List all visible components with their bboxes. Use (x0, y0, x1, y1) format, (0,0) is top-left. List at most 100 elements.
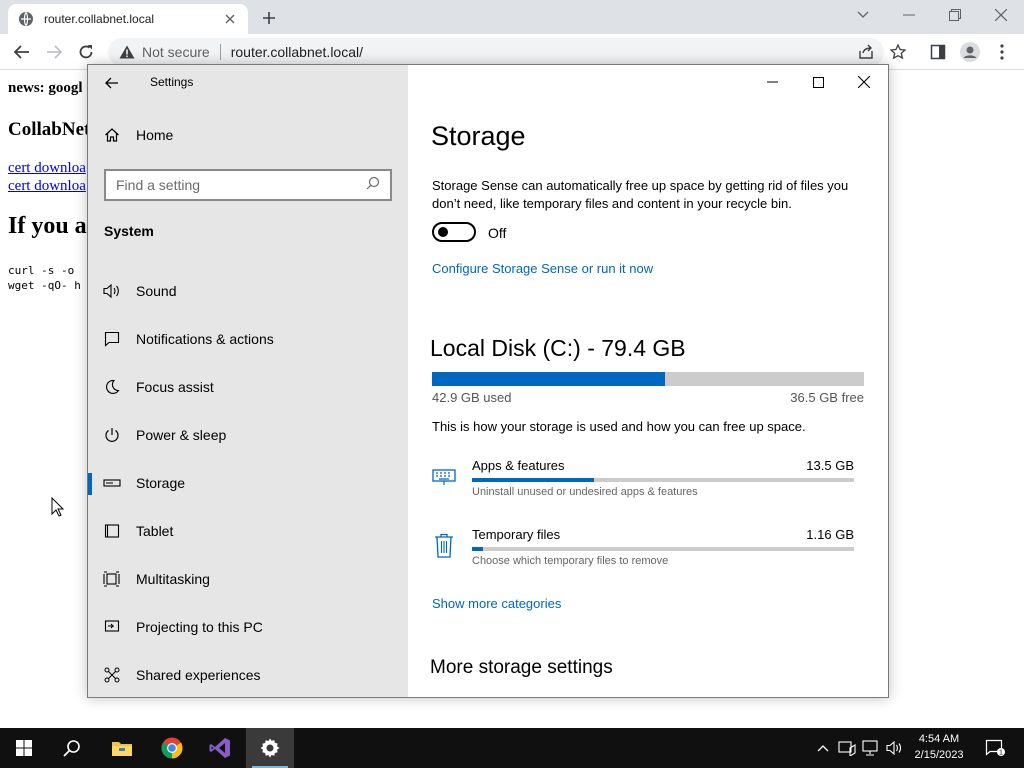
storage-explanation: This is how your storage is used and how… (432, 419, 806, 434)
network-icon[interactable] (860, 728, 882, 768)
bookmark-star-icon[interactable] (886, 40, 910, 64)
configure-storage-sense-link[interactable]: Configure Storage Sense or run it now (432, 261, 653, 276)
cert-download-link[interactable]: cert downloa (8, 160, 86, 177)
storage-content-pane: Storage Storage Sense can automatically … (408, 65, 888, 697)
disk-used-text: 42.9 GB used (432, 390, 512, 405)
taskbar: 4:54 AM 2/15/2023 1 (0, 728, 1024, 768)
action-center-icon[interactable]: 1 (980, 728, 1010, 768)
category-usage-fill (472, 547, 484, 551)
category-usage-fill (472, 478, 595, 482)
share-icon[interactable] (854, 40, 878, 64)
disk-title: Local Disk (C:) - 79.4 GB (430, 335, 686, 361)
page-big-heading: If you a (8, 213, 87, 239)
storage-sense-toggle[interactable] (432, 222, 476, 242)
category-size: 13.5 GB (806, 458, 854, 473)
tab-close-icon[interactable] (222, 11, 238, 27)
nav-item-label: Tablet (136, 523, 174, 539)
omnibox-divider (219, 44, 221, 60)
nav-item-label: Projecting to this PC (136, 619, 263, 635)
browser-menu-icon[interactable] (990, 40, 1014, 64)
visual-studio-icon[interactable] (196, 728, 244, 768)
browser-restore-button[interactable] (932, 0, 978, 30)
nav-item-power-sleep[interactable]: Power & sleep (88, 413, 408, 457)
nav-item-label: Power & sleep (136, 427, 227, 443)
nav-item-label: Focus assist (136, 379, 214, 395)
speaker-icon (88, 283, 136, 299)
address-bar[interactable]: Not secure router.collabnet.local/ (108, 38, 884, 66)
settings-window: Settings Home System Sound Notifications (87, 64, 889, 698)
news-text: news: googl (8, 80, 83, 96)
settings-gear-icon[interactable] (246, 728, 294, 768)
nav-item-storage[interactable]: Storage (88, 461, 408, 505)
home-icon (104, 127, 136, 143)
tab-search-icon[interactable] (840, 0, 886, 30)
file-explorer-icon[interactable] (98, 728, 146, 768)
back-arrow-icon[interactable] (100, 72, 124, 94)
storage-sense-description: Storage Sense can automatically free up … (432, 178, 849, 211)
nav-item-label: Shared experiences (136, 667, 261, 683)
category-apps-features[interactable]: Apps & features 13.5 GB Uninstall unused… (432, 458, 864, 514)
security-tray-icon[interactable] (836, 728, 858, 768)
find-setting-search-box[interactable] (104, 169, 392, 201)
multitasking-icon (88, 571, 136, 587)
nav-item-label: Notifications & actions (136, 331, 274, 347)
url-text[interactable]: router.collabnet.local/ (231, 44, 363, 60)
show-more-categories-link[interactable]: Show more categories (432, 596, 561, 611)
tab-title: router.collabnet.local (44, 12, 155, 26)
chevron-up-icon[interactable] (814, 728, 832, 768)
search-input[interactable] (116, 177, 366, 193)
category-temporary-files[interactable]: Temporary files 1.16 GB Choose which tem… (432, 527, 864, 583)
browser-tab-strip: router.collabnet.local (0, 0, 1024, 34)
nav-item-projecting[interactable]: Projecting to this PC (88, 605, 408, 649)
new-tab-button[interactable] (258, 7, 280, 29)
clock-time: 4:54 AM (918, 733, 960, 745)
minimize-button[interactable] (749, 69, 795, 95)
page-title: Storage (431, 121, 526, 151)
nav-item-focus-assist[interactable]: Focus assist (88, 365, 408, 409)
disk-usage-bar[interactable] (432, 372, 864, 386)
nav-item-label: Storage (136, 475, 186, 491)
chrome-icon[interactable] (148, 728, 196, 768)
home-nav-item[interactable]: Home (104, 127, 173, 143)
tablet-icon (88, 523, 136, 539)
warning-icon[interactable] (118, 43, 136, 61)
profile-avatar-icon[interactable] (958, 40, 982, 64)
nav-item-label: Sound (136, 283, 177, 299)
browser-tab[interactable]: router.collabnet.local (8, 4, 248, 34)
search-icon[interactable] (366, 176, 380, 195)
browser-close-button[interactable] (978, 0, 1024, 30)
close-button[interactable] (841, 69, 887, 95)
forward-arrow-icon[interactable] (42, 40, 66, 64)
category-name: Apps & features (472, 458, 565, 473)
category-name: Temporary files (472, 527, 561, 542)
nav-item-tablet[interactable]: Tablet (88, 509, 408, 553)
mouse-cursor-icon (51, 496, 65, 522)
keyboard-icon (432, 464, 456, 490)
back-arrow-icon[interactable] (10, 40, 34, 64)
security-label[interactable]: Not secure (142, 44, 210, 60)
trash-icon (432, 533, 456, 559)
power-icon (88, 427, 136, 443)
category-size: 1.16 GB (806, 527, 854, 542)
nav-item-notifications[interactable]: Notifications & actions (88, 317, 408, 361)
browser-minimize-button[interactable] (886, 0, 932, 30)
search-icon[interactable] (48, 728, 96, 768)
reload-icon[interactable] (74, 40, 98, 64)
category-usage-bar (472, 547, 854, 551)
maximize-button[interactable] (795, 69, 841, 95)
nav-item-multitasking[interactable]: Multitasking (88, 557, 408, 601)
category-subtext: Uninstall unused or undesired apps & fea… (472, 486, 698, 498)
side-panel-icon[interactable] (926, 40, 950, 64)
page-heading: CollabNet (8, 119, 91, 140)
volume-icon[interactable] (884, 728, 904, 768)
section-label-system: System (104, 223, 154, 239)
nav-item-shared-experiences[interactable]: Shared experiences (88, 653, 408, 697)
category-usage-bar (472, 478, 854, 482)
nav-item-label: Multitasking (136, 571, 210, 587)
taskbar-clock[interactable]: 4:54 AM 2/15/2023 (904, 731, 974, 763)
nav-item-sound[interactable]: Sound (88, 269, 408, 313)
windows-start-icon[interactable] (0, 728, 48, 768)
cert-download-link[interactable]: cert downloa (8, 178, 86, 195)
disk-usage-fill (432, 372, 666, 386)
home-label: Home (136, 127, 174, 143)
